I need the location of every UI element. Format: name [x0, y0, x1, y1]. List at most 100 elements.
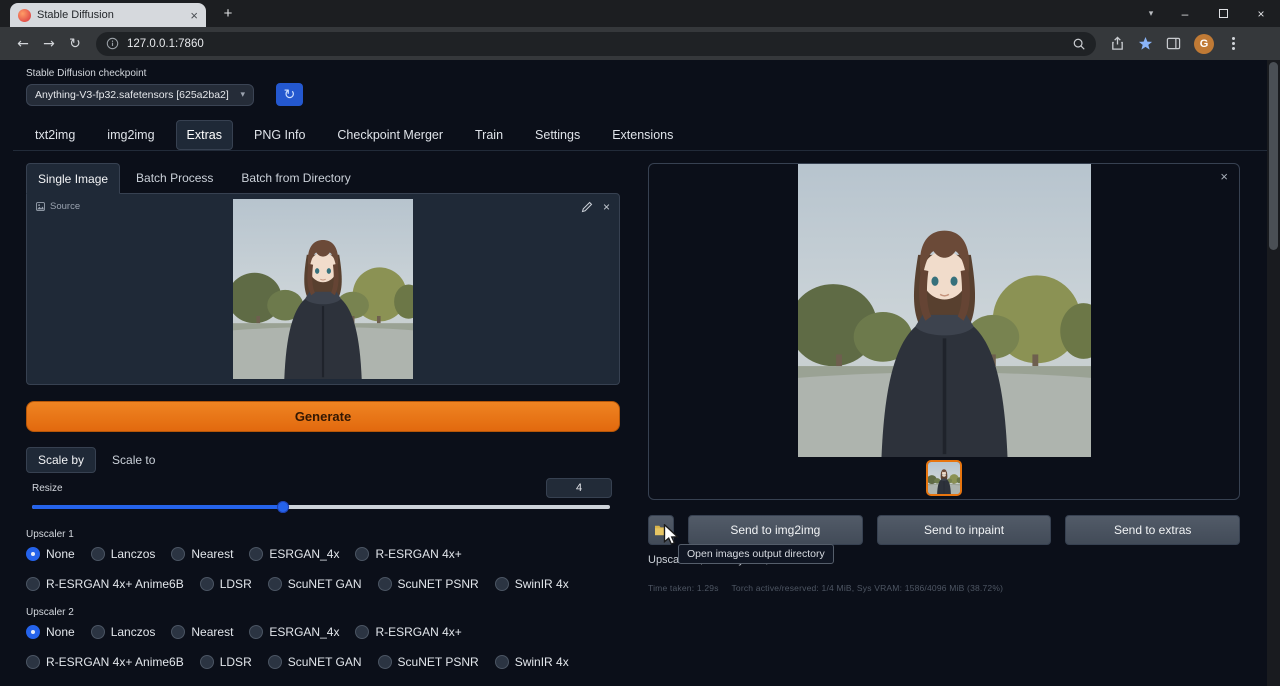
scale-mode-tab-label: Scale to — [112, 453, 155, 467]
main-tab-label: txt2img — [35, 128, 75, 142]
browser-menu-icon[interactable] — [1227, 37, 1239, 50]
main-tab[interactable]: Train — [464, 120, 514, 150]
main-tab-label: img2img — [107, 128, 154, 142]
upscaler-radio-option[interactable]: SwinIR 4x — [495, 577, 569, 591]
upscaler-radio-option[interactable]: LDSR — [200, 577, 252, 591]
url-text: 127.0.0.1:7860 — [127, 38, 1064, 50]
edit-icon[interactable] — [581, 201, 593, 213]
profile-avatar[interactable]: G — [1194, 34, 1214, 54]
radio-option-label: R-ESRGAN 4x+ — [375, 625, 461, 639]
main-tab[interactable]: Extras — [176, 120, 233, 150]
new-tab-button[interactable]: + — [218, 5, 238, 22]
source-tag: Source — [36, 201, 80, 212]
upscaler-radio-option[interactable]: ScuNET GAN — [268, 655, 362, 669]
main-tab[interactable]: txt2img — [24, 120, 86, 150]
send-button[interactable]: Send to inpaint — [877, 515, 1052, 545]
browser-tab[interactable]: Stable Diffusion × — [10, 3, 206, 27]
upscaler-radio-option[interactable]: ESRGAN_4x — [249, 547, 339, 561]
close-button[interactable]: × — [1242, 0, 1280, 27]
upscaler-radio-option[interactable]: ESRGAN_4x — [249, 625, 339, 639]
source-label: Source — [50, 201, 80, 212]
radio-option-label: R-ESRGAN 4x+ Anime6B — [46, 577, 184, 591]
upscaler-radio-option[interactable]: LDSR — [200, 655, 252, 669]
radio-option-label: ScuNET PSNR — [398, 577, 479, 591]
main-tab-label: Extras — [187, 128, 222, 142]
scale-mode-tab[interactable]: Scale by — [26, 447, 96, 473]
result-thumbnail[interactable] — [926, 460, 962, 496]
tab-close-icon[interactable]: × — [190, 9, 198, 22]
main-tab-bar: txt2img img2img Extras PNG Info Checkpoi… — [24, 120, 1280, 150]
upscaler-radio-option[interactable]: R-ESRGAN 4x+ Anime6B — [26, 655, 184, 669]
window-controls: ▾ – × — [1136, 0, 1280, 27]
upscaler-radio-option[interactable]: Nearest — [171, 625, 233, 639]
radio-button-icon — [171, 625, 185, 639]
upscaler-radio-option[interactable]: ScuNET GAN — [268, 577, 362, 591]
refresh-checkpoint-button[interactable]: ↻ — [276, 83, 303, 106]
send-button[interactable]: Send to img2img — [688, 515, 863, 545]
back-button[interactable]: ← — [10, 36, 36, 52]
slider-handle[interactable] — [277, 501, 289, 513]
source-mode-tab[interactable]: Batch Process — [124, 163, 225, 193]
upscaler-radio-option[interactable]: R-ESRGAN 4x+ — [355, 547, 461, 561]
source-mode-tab[interactable]: Batch from Directory — [229, 163, 362, 193]
stable-diffusion-app: Stable Diffusion checkpoint Anything-V3-… — [0, 60, 1280, 686]
bookmark-star-icon[interactable] — [1138, 36, 1153, 51]
upscaler-radio-option[interactable]: Lanczos — [91, 547, 156, 561]
main-tab[interactable]: Checkpoint Merger — [326, 120, 454, 150]
upscaler-radio-option[interactable]: ScuNET PSNR — [378, 577, 479, 591]
scrollbar-thumb[interactable] — [1269, 62, 1278, 250]
chevron-down-icon: ▾ — [240, 89, 245, 100]
extras-result-panel: × Send to img2img Send to inpaint — [648, 163, 1240, 669]
image-icon — [36, 202, 45, 211]
zoom-icon[interactable] — [1072, 37, 1086, 51]
radio-option-label: ESRGAN_4x — [269, 547, 339, 561]
source-mode-tab-label: Single Image — [38, 172, 108, 186]
source-actions: × — [581, 200, 610, 214]
share-icon[interactable] — [1110, 36, 1125, 51]
radio-button-icon — [495, 655, 509, 669]
side-panel-icon[interactable] — [1166, 36, 1181, 51]
radio-option-label: None — [46, 547, 75, 561]
main-tab[interactable]: Extensions — [601, 120, 684, 150]
radio-option-label: R-ESRGAN 4x+ Anime6B — [46, 655, 184, 669]
forward-button[interactable]: → — [36, 36, 62, 52]
site-info-icon[interactable] — [106, 37, 119, 50]
address-bar[interactable]: 127.0.0.1:7860 — [96, 32, 1096, 56]
upscaler-radio-option[interactable]: None — [26, 625, 75, 639]
upscaler2-options: None Lanczos Nearest ESRGAN_4x — [26, 625, 620, 669]
toolbar-icons: G — [1110, 34, 1239, 54]
main-tab[interactable]: Settings — [524, 120, 591, 150]
source-image-dropzone[interactable]: Source × — [26, 193, 620, 385]
main-tab[interactable]: img2img — [96, 120, 165, 150]
tab-search-icon[interactable]: ▾ — [1136, 0, 1166, 27]
upscaler-radio-option[interactable]: None — [26, 547, 75, 561]
scale-mode-tab[interactable]: Scale to — [100, 447, 167, 473]
resize-slider[interactable] — [32, 501, 610, 513]
scale-mode-tabs: Scale by Scale to — [26, 447, 620, 473]
radio-button-icon — [355, 625, 369, 639]
radio-option-label: ScuNET PSNR — [398, 655, 479, 669]
upscaler-radio-option[interactable]: Nearest — [171, 547, 233, 561]
radio-option-label: SwinIR 4x — [515, 655, 569, 669]
upscaler-radio-option[interactable]: R-ESRGAN 4x+ Anime6B — [26, 577, 184, 591]
maximize-button[interactable] — [1204, 0, 1242, 27]
page-scrollbar[interactable] — [1267, 60, 1280, 686]
result-image[interactable] — [797, 164, 1092, 457]
resize-row: Resize 4 — [26, 478, 620, 498]
minimize-button[interactable]: – — [1166, 0, 1204, 27]
upscaler-radio-option[interactable]: ScuNET PSNR — [378, 655, 479, 669]
radio-button-icon — [26, 625, 40, 639]
source-mode-tab[interactable]: Single Image — [26, 163, 120, 194]
close-gallery-icon[interactable]: × — [1220, 169, 1228, 184]
upscaler-radio-option[interactable]: SwinIR 4x — [495, 655, 569, 669]
clear-source-icon[interactable]: × — [603, 200, 610, 214]
main-tab[interactable]: PNG Info — [243, 120, 316, 150]
send-button[interactable]: Send to extras — [1065, 515, 1240, 545]
resize-value-input[interactable]: 4 — [546, 478, 612, 498]
upscaler-radio-option[interactable]: Lanczos — [91, 625, 156, 639]
reload-button[interactable]: ↻ — [62, 36, 88, 52]
radio-option-label: None — [46, 625, 75, 639]
checkpoint-dropdown[interactable]: Anything-V3-fp32.safetensors [625a2ba2] … — [26, 84, 254, 106]
generate-button[interactable]: Generate — [26, 401, 620, 432]
upscaler-radio-option[interactable]: R-ESRGAN 4x+ — [355, 625, 461, 639]
